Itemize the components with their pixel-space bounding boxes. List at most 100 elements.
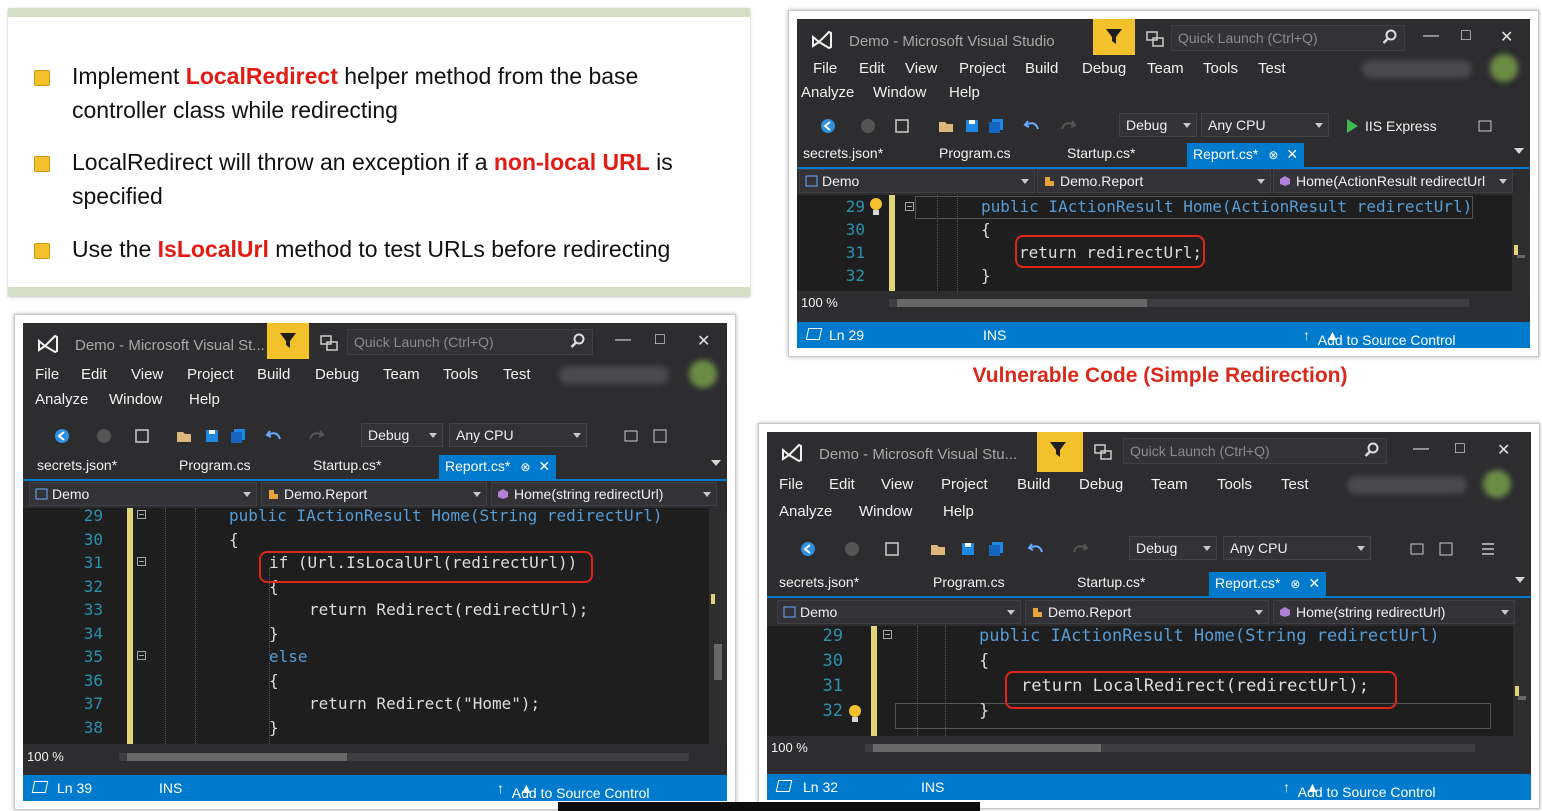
search-icon[interactable] <box>1382 29 1398 45</box>
tab-report-cs[interactable]: Report.cs* ⊗ ✕ <box>1187 143 1305 167</box>
filter-icon[interactable] <box>1093 19 1135 55</box>
collapse-icon[interactable] <box>137 557 146 566</box>
quick-launch-input[interactable]: Quick Launch (Ctrl+Q) <box>347 329 593 355</box>
minimize-icon[interactable]: — <box>1423 27 1439 45</box>
menu-team[interactable]: Team <box>1147 60 1184 77</box>
redo-icon[interactable] <box>307 427 325 445</box>
tab-startup-cs[interactable]: Startup.cs* <box>1077 574 1145 590</box>
add-to-source-control[interactable]: ↑ Add to Source Control ▲ <box>1283 779 1436 800</box>
pin-icon[interactable]: ⊗ <box>520 460 530 474</box>
pin-icon[interactable]: ⊗ <box>1290 577 1300 591</box>
play-icon[interactable] <box>1343 117 1361 135</box>
toolbar-overflow-icon[interactable] <box>1409 540 1427 558</box>
open-icon[interactable] <box>175 427 193 445</box>
minimize-icon[interactable]: — <box>615 331 631 349</box>
vertical-scrollbar[interactable] <box>1513 626 1531 736</box>
vertical-scrollbar[interactable] <box>709 508 727 744</box>
list-icon[interactable] <box>1479 540 1497 558</box>
zoom-level[interactable]: 100 % <box>771 740 808 755</box>
minimize-icon[interactable]: — <box>1413 440 1429 458</box>
zoom-level[interactable]: 100 % <box>801 295 838 310</box>
menu-edit[interactable]: Edit <box>829 476 855 493</box>
menu-project[interactable]: Project <box>941 476 988 493</box>
feedback-icon[interactable] <box>1145 29 1165 49</box>
save-all-icon[interactable] <box>987 540 1005 558</box>
save-icon[interactable] <box>959 540 977 558</box>
menu-analyze[interactable]: Analyze <box>801 84 854 101</box>
menu-project[interactable]: Project <box>959 60 1006 77</box>
add-to-source-control[interactable]: ↑ Add to Source Control ▲ <box>497 780 650 801</box>
tab-list-icon[interactable] <box>711 460 721 466</box>
open-icon[interactable] <box>937 117 955 135</box>
save-all-icon[interactable] <box>229 427 247 445</box>
attach-icon[interactable] <box>1437 540 1455 558</box>
close-tab-icon[interactable]: ✕ <box>538 458 550 474</box>
menu-window[interactable]: Window <box>109 391 162 408</box>
new-project-icon[interactable] <box>883 540 901 558</box>
feedback-icon[interactable] <box>1093 442 1113 462</box>
menu-file[interactable]: File <box>35 366 59 383</box>
code-editor[interactable]: 29 30 31 32 33 34 35 36 37 38 public IAc… <box>23 508 727 744</box>
menu-view[interactable]: View <box>881 476 913 493</box>
vertical-scrollbar[interactable] <box>1512 195 1530 291</box>
open-icon[interactable] <box>929 540 947 558</box>
menu-file[interactable]: File <box>779 476 803 493</box>
lightbulb-icon[interactable] <box>868 197 884 217</box>
filter-icon[interactable] <box>267 323 309 359</box>
menu-edit[interactable]: Edit <box>81 366 107 383</box>
project-dropdown[interactable]: Demo <box>777 600 1021 624</box>
save-all-icon[interactable] <box>987 117 1005 135</box>
undo-icon[interactable] <box>265 427 283 445</box>
forward-icon[interactable] <box>843 540 861 558</box>
back-icon[interactable] <box>799 540 817 558</box>
undo-icon[interactable] <box>1027 540 1045 558</box>
toolbar-overflow-icon[interactable] <box>1477 117 1495 135</box>
class-dropdown[interactable]: Demo.Report <box>261 482 487 506</box>
filter-icon[interactable] <box>1037 432 1083 472</box>
attach-icon[interactable] <box>651 427 669 445</box>
forward-icon[interactable] <box>859 117 877 135</box>
menu-view[interactable]: View <box>131 366 163 383</box>
project-dropdown[interactable]: Demo <box>29 482 257 506</box>
solution-config-select[interactable]: Debug <box>1119 113 1197 137</box>
platform-select[interactable]: Any CPU <box>1223 536 1371 560</box>
menu-test[interactable]: Test <box>1281 476 1309 493</box>
menu-team[interactable]: Team <box>383 366 420 383</box>
collapse-icon[interactable] <box>883 630 892 639</box>
avatar[interactable] <box>1483 470 1511 498</box>
add-to-source-control[interactable]: ↑ Add to Source Control ▲ <box>1303 327 1456 348</box>
undo-icon[interactable] <box>1023 117 1041 135</box>
menu-debug[interactable]: Debug <box>1082 60 1126 77</box>
redo-icon[interactable] <box>1071 540 1089 558</box>
pin-icon[interactable]: ⊗ <box>1268 148 1278 162</box>
menu-tools[interactable]: Tools <box>443 366 478 383</box>
avatar[interactable] <box>1490 54 1518 82</box>
menu-view[interactable]: View <box>905 60 937 77</box>
close-icon[interactable]: ✕ <box>697 331 710 351</box>
tab-report-cs[interactable]: Report.cs* ⊗ ✕ <box>1209 572 1327 596</box>
save-icon[interactable] <box>963 117 981 135</box>
maximize-icon[interactable]: □ <box>1461 27 1471 45</box>
member-dropdown[interactable]: Home(string redirectUrl) <box>491 482 717 506</box>
menu-build[interactable]: Build <box>1017 476 1050 493</box>
close-icon[interactable]: ✕ <box>1500 27 1513 47</box>
menu-edit[interactable]: Edit <box>859 60 885 77</box>
new-project-icon[interactable] <box>133 427 151 445</box>
maximize-icon[interactable]: □ <box>1455 440 1465 458</box>
platform-select[interactable]: Any CPU <box>449 423 587 447</box>
menu-tools[interactable]: Tools <box>1217 476 1252 493</box>
menu-build[interactable]: Build <box>1025 60 1058 77</box>
platform-select[interactable]: Any CPU <box>1201 113 1329 137</box>
maximize-icon[interactable]: □ <box>655 331 665 349</box>
menu-project[interactable]: Project <box>187 366 234 383</box>
menu-analyze[interactable]: Analyze <box>779 503 832 520</box>
menu-file[interactable]: File <box>813 60 837 77</box>
member-dropdown[interactable]: Home(ActionResult redirectUrl <box>1273 169 1513 193</box>
collapse-icon[interactable] <box>137 510 146 519</box>
quick-launch-input[interactable]: Quick Launch (Ctrl+Q) <box>1123 438 1387 464</box>
toolbar-overflow-icon[interactable] <box>623 427 641 445</box>
class-dropdown[interactable]: Demo.Report <box>1025 600 1269 624</box>
back-icon[interactable] <box>53 427 71 445</box>
search-icon[interactable] <box>1364 442 1380 458</box>
tab-secrets-json[interactable]: secrets.json* <box>779 574 859 590</box>
